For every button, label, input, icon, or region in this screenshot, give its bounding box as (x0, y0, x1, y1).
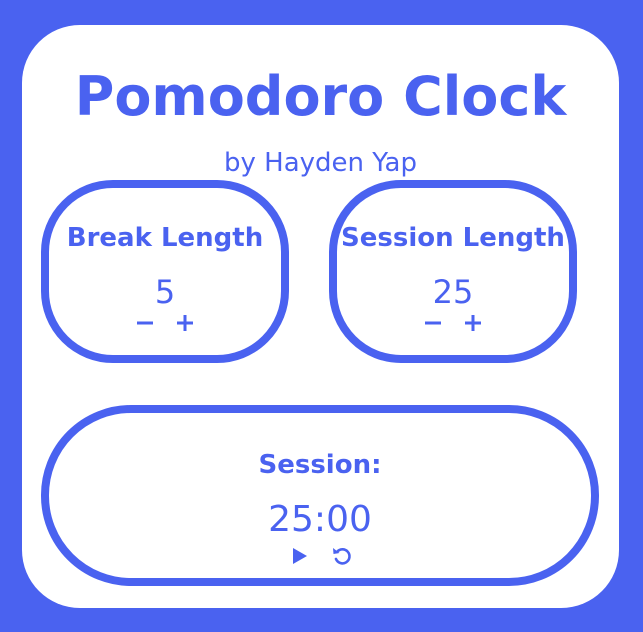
minus-icon (425, 321, 441, 325)
session-length-label: Session Length (341, 223, 565, 253)
break-length-controls (49, 310, 281, 336)
break-increment-button[interactable] (172, 310, 198, 336)
session-length-value: 25 (432, 273, 474, 311)
session-length-panel: Session Length 25 (329, 180, 577, 363)
page-title: Pomodoro Clock (74, 65, 567, 128)
break-length-value: 5 (154, 273, 176, 311)
reset-icon (333, 548, 351, 565)
minus-icon (137, 321, 153, 325)
play-icon (293, 548, 307, 564)
session-length-controls (337, 310, 569, 336)
break-decrement-button[interactable] (132, 310, 158, 336)
plus-icon (177, 315, 193, 331)
timer-controls (49, 543, 591, 569)
session-increment-button[interactable] (460, 310, 486, 336)
break-length-panel: Break Length 5 (41, 180, 289, 363)
timer-label: Session: (258, 450, 382, 480)
timer-display: 25:00 (268, 499, 372, 540)
reset-button[interactable] (328, 543, 354, 569)
page-subtitle: by Hayden Yap (223, 148, 417, 178)
session-decrement-button[interactable] (420, 310, 446, 336)
break-length-label: Break Length (66, 223, 264, 253)
timer-panel: Session: 25:00 (41, 405, 599, 586)
plus-icon (465, 315, 481, 331)
start-stop-button[interactable] (286, 543, 312, 569)
